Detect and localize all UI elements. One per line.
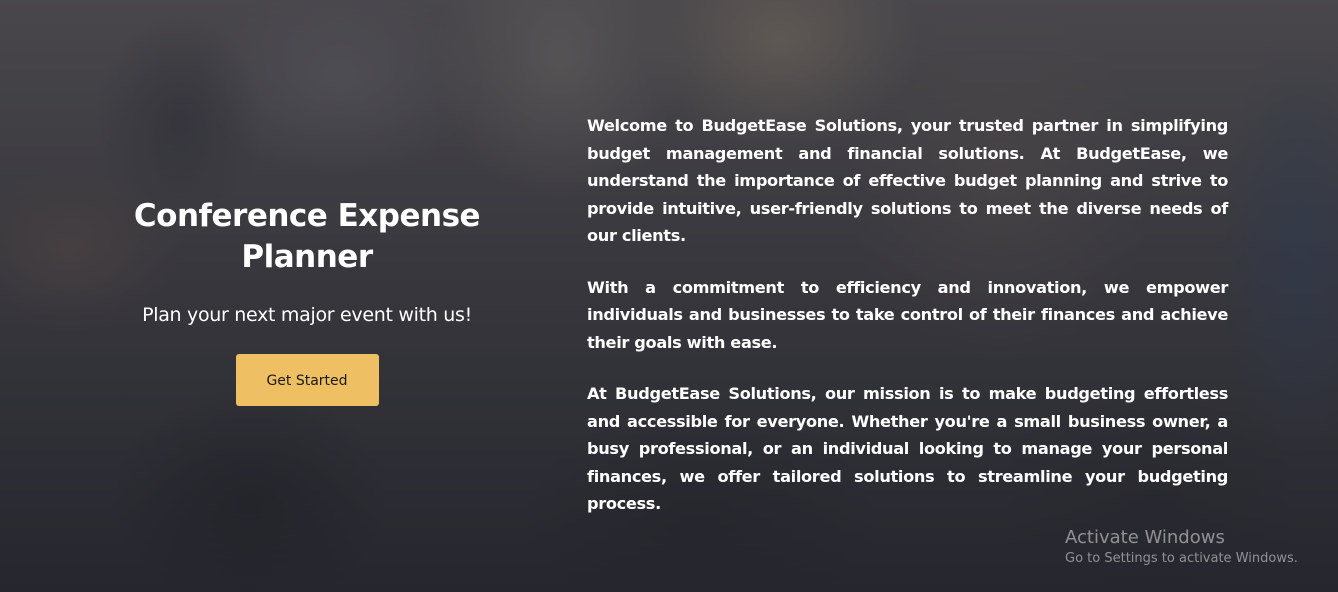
get-started-button[interactable]: Get Started [235,354,379,406]
watermark-title: Activate Windows [1065,527,1225,548]
about-section: Welcome to BudgetEase Solutions, your tr… [587,112,1228,542]
about-paragraph-3: At BudgetEase Solutions, our mission is … [587,384,1228,513]
about-paragraph-1: Welcome to BudgetEase Solutions, your tr… [587,116,1228,245]
about-paragraph-2: With a commitment to efficiency and inno… [587,277,1228,352]
watermark-subtitle: Go to Settings to activate Windows. [1065,551,1298,566]
hero-subtitle: Plan your next major event with us! [142,304,472,326]
page-title: Conference Expense Planner [133,198,481,275]
windows-activation-watermark: Activate Windows Go to Settings to activ… [1065,526,1298,568]
hero-section: Conference Expense Planner Plan your nex… [107,196,507,406]
